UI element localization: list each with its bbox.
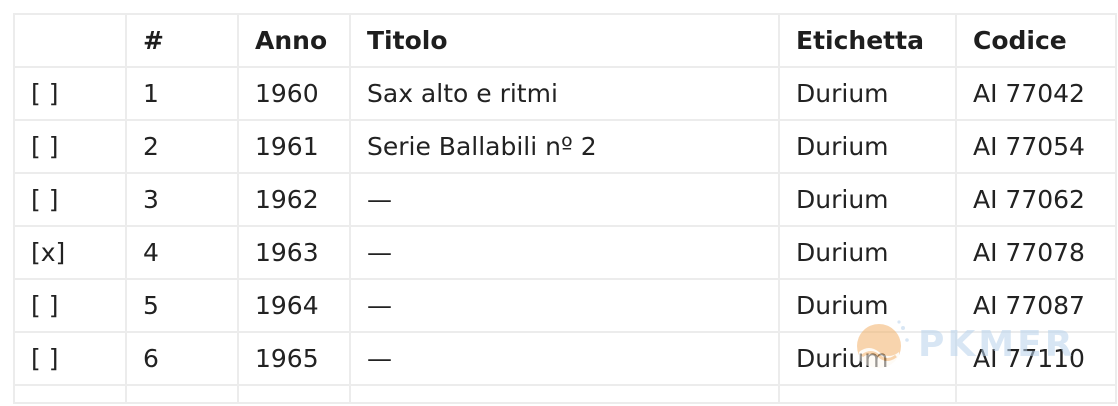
records-table: # Anno Titolo Etichetta Codice [ ] 1 196… [13, 13, 1117, 404]
cell-etichetta: Durium [778, 331, 957, 386]
cell-etichetta: Durium [778, 225, 957, 280]
cell-codice: AI 77062 [955, 172, 1117, 227]
header-titolo[interactable]: Titolo [349, 13, 780, 68]
cell-number: 2 [125, 119, 239, 174]
table-header-row: # Anno Titolo Etichetta Codice [13, 13, 1117, 68]
cell-checkbox[interactable]: [ ] [13, 119, 127, 174]
cell-titolo: — [349, 172, 780, 227]
cell-checkbox[interactable]: [ ] [13, 278, 127, 333]
header-anno[interactable]: Anno [237, 13, 351, 68]
cell-codice: AI 77087 [955, 278, 1117, 333]
cell-checkbox[interactable]: [x] [13, 225, 127, 280]
cell-checkbox[interactable]: [ ] [13, 66, 127, 121]
table-row: [ ] 2 1961 Serie Ballabili nº 2 Durium A… [13, 119, 1117, 174]
cell-anno: 1965 [237, 331, 351, 386]
cell-etichetta: Durium [778, 172, 957, 227]
table-row: [x] 4 1963 — Durium AI 77078 [13, 225, 1117, 280]
cell-etichetta: Durium [778, 66, 957, 121]
cell-empty [955, 384, 1117, 404]
cell-number: 3 [125, 172, 239, 227]
cell-empty [237, 384, 351, 404]
table-row: [ ] 3 1962 — Durium AI 77062 [13, 172, 1117, 227]
cell-number: 4 [125, 225, 239, 280]
header-etichetta[interactable]: Etichetta [778, 13, 957, 68]
cell-codice: AI 77078 [955, 225, 1117, 280]
cell-codice: AI 77054 [955, 119, 1117, 174]
header-number[interactable]: # [125, 13, 239, 68]
header-checkbox[interactable] [13, 13, 127, 68]
cell-etichetta: Durium [778, 278, 957, 333]
cell-number: 6 [125, 331, 239, 386]
cell-empty [13, 384, 127, 404]
cell-number: 1 [125, 66, 239, 121]
cell-etichetta: Durium [778, 119, 957, 174]
cell-anno: 1961 [237, 119, 351, 174]
cell-anno: 1962 [237, 172, 351, 227]
table-row: [ ] 1 1960 Sax alto e ritmi Durium AI 77… [13, 66, 1117, 121]
cell-anno: 1963 [237, 225, 351, 280]
table-row: [ ] 6 1965 — Durium AI 77110 [13, 331, 1117, 386]
cell-checkbox[interactable]: [ ] [13, 172, 127, 227]
cell-codice: AI 77110 [955, 331, 1117, 386]
cell-titolo: — [349, 331, 780, 386]
cell-titolo: Serie Ballabili nº 2 [349, 119, 780, 174]
cell-checkbox[interactable]: [ ] [13, 331, 127, 386]
cell-empty [778, 384, 957, 404]
cell-empty [349, 384, 780, 404]
page: # Anno Titolo Etichetta Codice [ ] 1 196… [0, 0, 1118, 406]
table-row-partial [13, 384, 1117, 404]
cell-anno: 1964 [237, 278, 351, 333]
cell-titolo: — [349, 278, 780, 333]
cell-titolo: Sax alto e ritmi [349, 66, 780, 121]
cell-codice: AI 77042 [955, 66, 1117, 121]
table-row: [ ] 5 1964 — Durium AI 77087 [13, 278, 1117, 333]
header-codice[interactable]: Codice [955, 13, 1117, 68]
cell-empty [125, 384, 239, 404]
cell-number: 5 [125, 278, 239, 333]
cell-titolo: — [349, 225, 780, 280]
cell-anno: 1960 [237, 66, 351, 121]
